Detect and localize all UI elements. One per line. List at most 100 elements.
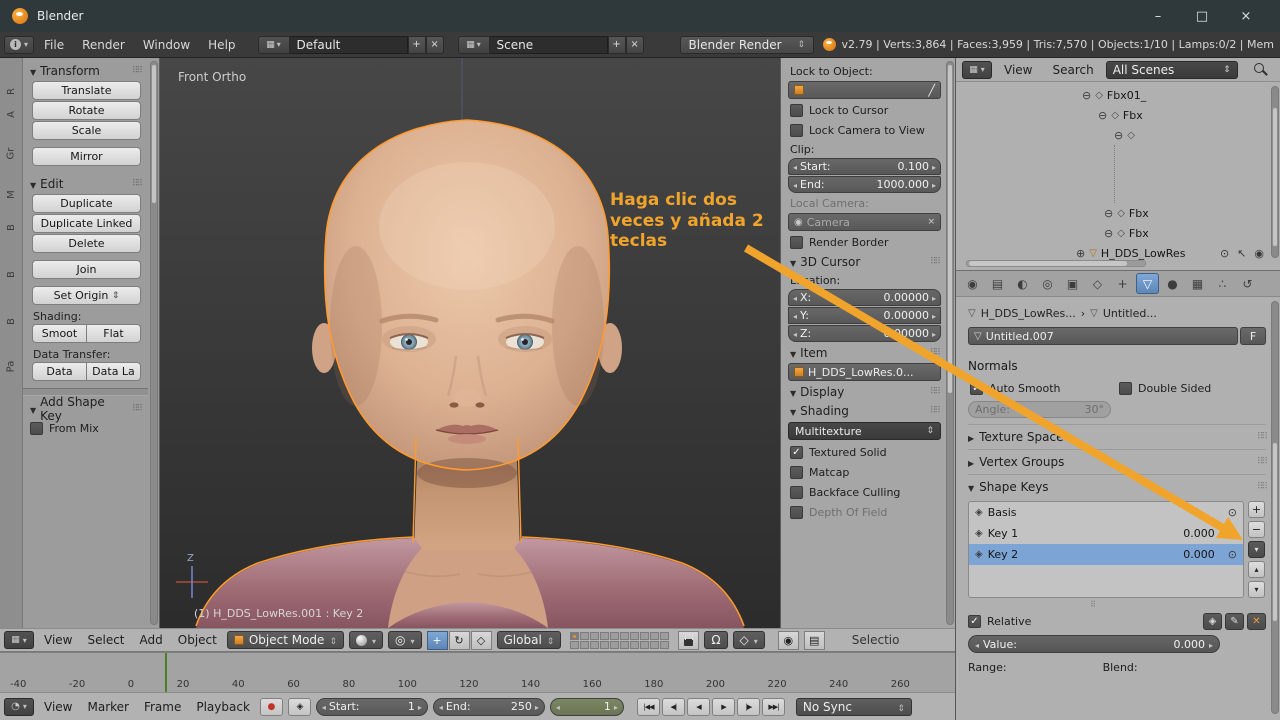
play-reverse-button[interactable]: ◀ — [686, 697, 710, 716]
n-panel-scrollbar[interactable] — [946, 61, 954, 625]
editor-type-button[interactable]: ▦ — [962, 60, 992, 79]
add-shape-key-button[interactable]: + — [1248, 501, 1265, 518]
list-resize-grip[interactable] — [968, 598, 1218, 610]
tab-object[interactable]: ▣ — [1061, 273, 1084, 294]
menu-file[interactable]: File — [36, 38, 72, 52]
layer-cell[interactable] — [640, 640, 650, 649]
tab-world[interactable]: ◎ — [1036, 273, 1059, 294]
layer-cell[interactable] — [660, 640, 670, 649]
menu-help[interactable]: Help — [200, 38, 243, 52]
sync-mode-select[interactable]: No Sync — [795, 697, 912, 716]
layer-cell[interactable] — [610, 640, 620, 649]
panel-header-display[interactable]: Display — [788, 382, 941, 401]
jump-to-end-button[interactable]: ▶▶| — [761, 697, 785, 716]
double-sided-row[interactable]: Double Sided — [1117, 378, 1266, 398]
layer-cell[interactable] — [580, 640, 590, 649]
matcap-row[interactable]: Matcap — [788, 462, 941, 482]
scale-manipulator-icon[interactable]: ◇ — [470, 630, 492, 650]
tab-render-layers[interactable]: ▤ — [986, 273, 1009, 294]
timeline-ruler[interactable]: -40 -20 0 20 40 60 80 100 120 140 160 18… — [0, 652, 955, 692]
lock-camera-checkbox[interactable] — [790, 123, 803, 137]
outliner-h-scrollbar[interactable] — [966, 260, 1146, 267]
mirror-button[interactable]: Mirror — [32, 147, 141, 166]
menu-frame[interactable]: Frame — [139, 700, 186, 714]
shape-key-item-basis[interactable]: ◈ Basis ⊙ — [969, 502, 1243, 523]
increment-icon[interactable] — [932, 160, 936, 173]
add-layout-button[interactable]: + — [407, 35, 426, 54]
maximize-button[interactable]: □ — [1180, 9, 1224, 24]
increment-icon[interactable] — [932, 291, 936, 304]
layer-cell[interactable] — [660, 631, 670, 640]
set-origin-menu[interactable]: Set Origin ⇕ — [32, 286, 141, 305]
editor-type-button[interactable]: i — [4, 35, 34, 54]
matcap-checkbox[interactable] — [790, 465, 803, 479]
outliner-scrollbar[interactable] — [1271, 86, 1279, 258]
shade-smooth-button[interactable]: Smoot — [32, 324, 87, 343]
decrement-icon[interactable] — [439, 700, 443, 713]
collapse-icon[interactable]: ⊖ — [1114, 129, 1123, 142]
duplicate-linked-button[interactable]: Duplicate Linked — [32, 214, 141, 233]
collapse-icon[interactable]: ⊖ — [1104, 207, 1113, 220]
panel-header-shading[interactable]: Shading — [788, 401, 941, 420]
selectable-icon[interactable]: ↖ — [1237, 247, 1246, 260]
datablock-name-field[interactable]: ▽ Untitled.007 — [968, 327, 1238, 345]
scrollbar-thumb[interactable] — [947, 64, 953, 394]
move-down-button[interactable]: ▾ — [1248, 581, 1265, 598]
outliner-item[interactable]: ⊖ ◇ Fbx — [956, 105, 1280, 125]
shelf-tab[interactable]: A — [6, 111, 17, 118]
translate-manipulator-icon[interactable]: + — [426, 630, 448, 650]
backface-culling-row[interactable]: Backface Culling — [788, 482, 941, 502]
pivot-select[interactable]: ◎ — [388, 631, 422, 649]
outliner-item[interactable]: ⊖ ◇ Fbx — [956, 223, 1280, 243]
increment-icon[interactable] — [932, 178, 936, 191]
shelf-tab[interactable]: R — [5, 88, 16, 95]
textured-solid-row[interactable]: Textured Solid — [788, 442, 941, 462]
panel-header-edit[interactable]: Edit — [28, 174, 143, 193]
decrement-icon[interactable] — [556, 700, 560, 713]
end-frame-field[interactable]: End:250 — [432, 697, 545, 716]
decrement-icon[interactable] — [322, 700, 326, 713]
eyedropper-icon[interactable]: ╱ — [928, 84, 935, 97]
layer-cell[interactable] — [570, 640, 580, 649]
snap-element-select[interactable]: ◇ — [732, 631, 765, 649]
render-engine-select[interactable]: Blender Render — [679, 35, 815, 54]
increment-icon[interactable] — [932, 327, 936, 340]
shelf-tab[interactable]: B — [6, 224, 17, 231]
tab-modifiers[interactable]: + — [1111, 273, 1134, 294]
render-border-checkbox[interactable] — [790, 235, 803, 249]
panel-header-texture-space[interactable]: Texture Space — [968, 424, 1266, 449]
prev-keyframe-button[interactable]: ◀| — [661, 697, 685, 716]
auto-smooth-row[interactable]: Auto Smooth — [968, 378, 1117, 398]
shelf-tab[interactable]: Pa — [6, 361, 17, 373]
fake-user-button[interactable]: F — [1240, 327, 1266, 345]
tab-constraints[interactable]: ◇ — [1086, 273, 1109, 294]
cursor-z-field[interactable]: Z:0.00000 — [788, 325, 941, 342]
outliner-item[interactable]: ⊖ ◇ Fbx01_ — [956, 85, 1280, 105]
breadcrumb-object[interactable]: H_DDS_LowRes... — [981, 307, 1076, 320]
lock-camera-row[interactable]: Lock Camera to View — [788, 120, 941, 140]
editor-type-button[interactable]: ▦ — [4, 631, 34, 649]
layer-cell[interactable] — [650, 640, 660, 649]
layer-cell[interactable] — [590, 631, 600, 640]
outliner-item[interactable]: ⊖ ◇ — [956, 125, 1280, 145]
scale-button[interactable]: Scale — [32, 121, 141, 140]
auto-smooth-checkbox[interactable] — [970, 381, 983, 395]
next-keyframe-button[interactable]: |▶ — [736, 697, 760, 716]
close-button[interactable]: × — [1224, 9, 1268, 24]
translate-button[interactable]: Translate — [32, 81, 141, 100]
cursor-y-field[interactable]: Y:0.00000 — [788, 307, 941, 324]
eye-icon[interactable]: ⊙ — [1220, 247, 1229, 260]
shape-key-item-key2-selected[interactable]: ◈ Key 2 0.000 ⊙ — [969, 544, 1243, 565]
scene-field[interactable]: Scene — [489, 35, 608, 54]
relative-checkbox[interactable] — [968, 614, 981, 628]
tab-object-data[interactable]: ▽ — [1136, 273, 1159, 294]
screen-layout-field[interactable]: Default — [289, 35, 408, 54]
data-button[interactable]: Data — [32, 362, 87, 381]
increment-icon[interactable] — [614, 700, 618, 713]
renderable-icon[interactable]: ◉ — [1254, 247, 1264, 260]
minimize-button[interactable]: – — [1136, 9, 1180, 24]
layer-cell[interactable] — [610, 631, 620, 640]
screen-layout-icon[interactable]: ▦ — [257, 35, 290, 54]
decrement-icon[interactable] — [975, 638, 979, 651]
tab-material[interactable]: ● — [1161, 273, 1184, 294]
